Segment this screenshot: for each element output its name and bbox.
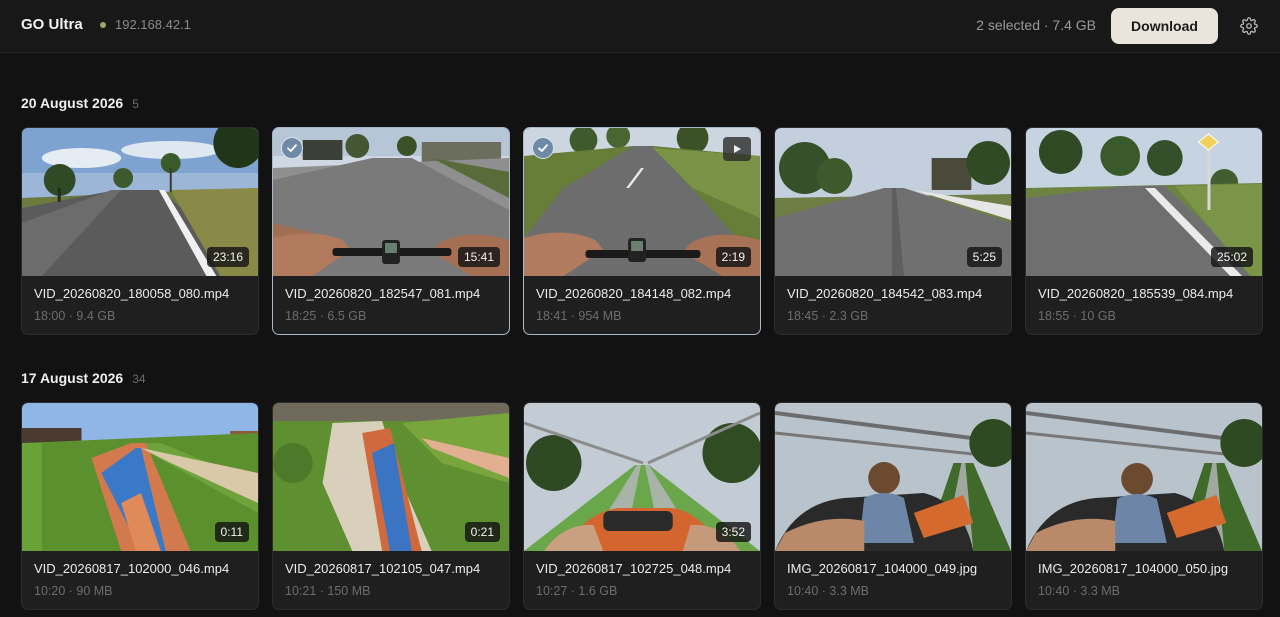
file-meta: 18:45 · 2.3 GB (787, 309, 869, 323)
file-meta: 10:27 · 1.6 GB (536, 584, 618, 598)
download-button[interactable]: Download (1111, 8, 1218, 44)
media-card[interactable]: IMG_20260817_104000_050.jpg 10:40 · 3.3 … (1025, 402, 1263, 610)
file-name: VID_20260820_185539_084.mp4 (1038, 286, 1234, 301)
video-thumbnail: 2:19 (524, 128, 760, 276)
media-card[interactable]: 3:52 VID_20260817_102725_048.mp4 10:27 ·… (523, 402, 761, 610)
file-name: IMG_20260817_104000_050.jpg (1038, 561, 1229, 576)
media-card[interactable]: 23:16 VID_20260820_180058_080.mp4 18:00 … (21, 127, 259, 335)
video-duration: 15:41 (457, 247, 500, 267)
file-name: VID_20260817_102000_046.mp4 (34, 561, 230, 576)
video-duration: 23:16 (206, 247, 249, 267)
file-name: VID_20260820_184148_082.mp4 (536, 286, 732, 301)
photo-thumbnail (775, 403, 1011, 551)
day-heading-20-august: 20 August 2026 5 (21, 95, 139, 111)
app-title: GO Ultra (21, 16, 83, 33)
video-thumbnail: 3:52 (524, 403, 760, 551)
file-meta: 10:40 · 3.3 MB (787, 584, 869, 598)
top-bar: GO Ultra 192.168.42.1 2 selected · 7.4 G… (0, 0, 1280, 53)
video-duration: 5:25 (966, 247, 1002, 267)
media-card[interactable]: IMG_20260817_104000_049.jpg 10:40 · 3.3 … (774, 402, 1012, 610)
video-thumbnail: 15:41 (273, 128, 509, 276)
file-meta: 10:20 · 90 MB (34, 584, 113, 598)
video-thumbnail: 0:11 (22, 403, 258, 551)
file-meta: 18:55 · 10 GB (1038, 309, 1116, 323)
file-name: VID_20260820_184542_083.mp4 (787, 286, 983, 301)
media-grid-20-august: 23:16 VID_20260820_180058_080.mp4 18:00 … (21, 127, 1263, 335)
media-card[interactable]: 15:41 VID_20260820_182547_081.mp4 18:25 … (272, 127, 510, 335)
play-icon[interactable] (723, 137, 751, 161)
file-meta: 10:40 · 3.3 MB (1038, 584, 1120, 598)
settings-button[interactable] (1238, 15, 1260, 37)
file-meta: 10:21 · 150 MB (285, 584, 371, 598)
file-name: IMG_20260817_104000_049.jpg (787, 561, 978, 576)
file-name: VID_20260820_180058_080.mp4 (34, 286, 230, 301)
file-meta: 18:00 · 9.4 GB (34, 309, 116, 323)
video-duration: 2:19 (715, 247, 751, 267)
file-meta: 18:41 · 954 MB (536, 309, 622, 323)
video-duration: 0:11 (214, 522, 249, 542)
file-name: VID_20260817_102725_048.mp4 (536, 561, 732, 576)
video-duration: 25:02 (1210, 247, 1253, 267)
video-duration: 3:52 (715, 522, 751, 542)
video-duration: 0:21 (464, 522, 500, 542)
day-title: 17 August 2026 (21, 370, 124, 386)
gear-icon (1240, 17, 1258, 35)
media-card[interactable]: 5:25 VID_20260820_184542_083.mp4 18:45 ·… (774, 127, 1012, 335)
day-title: 20 August 2026 (21, 95, 124, 111)
photo-thumbnail (1026, 403, 1262, 551)
day-item-count: 5 (132, 97, 139, 111)
media-grid-17-august: 0:11 VID_20260817_102000_046.mp4 10:20 ·… (21, 402, 1263, 610)
video-thumbnail: 0:21 (273, 403, 509, 551)
file-meta: 18:25 · 6.5 GB (285, 309, 367, 323)
video-thumbnail: 25:02 (1026, 128, 1262, 276)
video-thumbnail: 5:25 (775, 128, 1011, 276)
selected-check-icon[interactable] (281, 137, 303, 159)
selected-check-icon[interactable] (532, 137, 554, 159)
media-card[interactable]: 0:11 VID_20260817_102000_046.mp4 10:20 ·… (21, 402, 259, 610)
day-heading-17-august: 17 August 2026 34 (21, 370, 146, 386)
media-card[interactable]: 2:19 VID_20260820_184148_082.mp4 18:41 ·… (523, 127, 761, 335)
day-item-count: 34 (132, 372, 146, 386)
video-thumbnail: 23:16 (22, 128, 258, 276)
connection-status-dot (100, 22, 106, 28)
file-name: VID_20260820_182547_081.mp4 (285, 286, 481, 301)
file-name: VID_20260817_102105_047.mp4 (285, 561, 481, 576)
selection-summary: 2 selected · 7.4 GB (976, 17, 1096, 33)
media-card[interactable]: 25:02 VID_20260820_185539_084.mp4 18:55 … (1025, 127, 1263, 335)
device-ip-address: 192.168.42.1 (115, 17, 191, 32)
media-card[interactable]: 0:21 VID_20260817_102105_047.mp4 10:21 ·… (272, 402, 510, 610)
